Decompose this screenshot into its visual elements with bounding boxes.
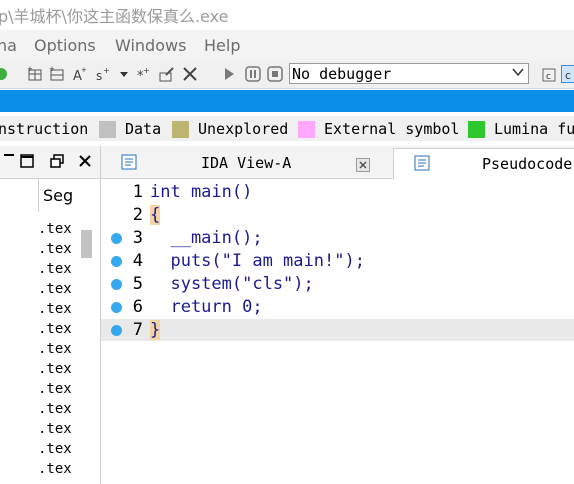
debugger-select[interactable]: No debugger: [289, 63, 529, 84]
tab-ida-view-a-label: IDA View-A: [201, 154, 292, 172]
menu-lumina[interactable]: na: [0, 36, 17, 55]
disassembly-view-icon: [121, 154, 137, 170]
code-text: puts("I am main!");: [150, 251, 365, 271]
text-a-icon[interactable]: A +: [70, 65, 88, 83]
legend-swatch-external-symbol: [298, 121, 315, 138]
tab-close-icon[interactable]: [356, 157, 370, 176]
tab-bar: IDA View-A Pseudocode: [101, 146, 574, 179]
navigation-band[interactable]: [0, 90, 574, 112]
menu-windows[interactable]: Windows: [115, 36, 186, 55]
tab-pseudocode-label: Pseudocode: [482, 155, 573, 173]
menu-options[interactable]: Options: [34, 36, 96, 55]
svg-text:c: c: [565, 69, 571, 82]
stop-icon[interactable]: [266, 65, 284, 83]
svg-text:+: +: [27, 65, 33, 73]
code-text: int main(): [150, 182, 253, 202]
svg-text:+: +: [49, 65, 55, 73]
menu-bar: na Options Windows Help: [0, 30, 574, 61]
segment-row[interactable]: .tex: [38, 441, 72, 457]
legend-swatch-lumina: [468, 121, 485, 138]
code-line[interactable]: 3 __main();: [101, 227, 574, 250]
code-line[interactable]: 7}: [101, 319, 574, 342]
pseudocode-view-icon: [414, 155, 430, 171]
segment-row[interactable]: .tex: [38, 301, 72, 317]
segment-row[interactable]: .tex: [38, 221, 72, 237]
green-circle-icon[interactable]: [0, 65, 10, 83]
line-number: 7: [132, 320, 143, 340]
chevron-down-icon: [512, 65, 524, 82]
line-number: 6: [132, 297, 143, 317]
segment-row[interactable]: .tex: [38, 421, 72, 437]
segment-row[interactable]: .tex: [38, 261, 72, 277]
segment-row[interactable]: .tex: [38, 381, 72, 397]
segment-row[interactable]: .tex: [38, 341, 72, 357]
create-struct-icon[interactable]: +: [26, 65, 44, 83]
code-line[interactable]: 1 int main(): [101, 181, 574, 204]
pause-icon[interactable]: [244, 65, 262, 83]
restore-icon[interactable]: [50, 153, 64, 172]
code-line[interactable]: 6 return 0;: [101, 296, 574, 319]
segments-panel: Seg .tex .tex .tex .tex .tex .tex .tex .tex .tex…: [0, 146, 101, 484]
menu-help[interactable]: Help: [204, 36, 240, 55]
segment-row[interactable]: .tex: [38, 461, 72, 477]
segment-row[interactable]: .tex: [38, 361, 72, 377]
svg-text:c: c: [546, 72, 551, 82]
segment-column-label: Seg: [43, 186, 74, 205]
segment-row[interactable]: .tex: [38, 281, 72, 297]
legend-label-data: Data: [125, 120, 162, 138]
create-enum-icon[interactable]: +: [48, 65, 66, 83]
pseudocode-editor[interactable]: 1 int main() 2{3 __main(); 4 puts("I am mai…: [101, 179, 574, 484]
legend-swatch-data: [99, 121, 116, 138]
code-text: __main();: [150, 228, 263, 248]
legend-label-instruction: nstruction: [0, 120, 89, 138]
legend-label-lumina: Lumina fu: [494, 120, 574, 138]
segment-row[interactable]: .tex: [38, 321, 72, 337]
code-text: return 0;: [150, 297, 263, 317]
tab-ida-view-a[interactable]: IDA View-A: [106, 148, 389, 178]
code-line[interactable]: 5 system("cls");: [101, 273, 574, 296]
scrollbar-thumb[interactable]: [81, 230, 92, 258]
close-x-icon[interactable]: [181, 65, 199, 83]
panel-header: [0, 146, 100, 179]
code-text: }: [150, 320, 161, 340]
svg-text:s: s: [96, 69, 102, 83]
svg-text:+: +: [81, 66, 87, 74]
legend-swatch-unexplored: [172, 121, 189, 138]
add-function-icon[interactable]: * +: [134, 65, 152, 83]
line-number: 1: [132, 182, 143, 202]
line-number: 5: [132, 274, 143, 294]
line-number: 3: [132, 228, 143, 248]
segment-column-header[interactable]: Seg: [38, 178, 101, 212]
legend-label-unexplored: Unexplored: [198, 120, 289, 138]
panel-menu-icon[interactable]: [4, 154, 14, 156]
tab-pseudocode[interactable]: Pseudocode: [393, 148, 574, 179]
dropdown-arrow-icon[interactable]: [115, 65, 133, 83]
play-icon[interactable]: [220, 65, 238, 83]
close-icon[interactable]: [78, 153, 92, 172]
debug-options-icon[interactable]: c: [540, 65, 558, 83]
edit-function-icon[interactable]: [158, 65, 176, 83]
legend-label-external-symbol: External symbol: [324, 120, 460, 138]
code-line[interactable]: 4 puts("I am main!");: [101, 250, 574, 273]
string-icon[interactable]: s +: [94, 65, 112, 83]
debugger-select-value: No debugger: [292, 65, 392, 83]
window-title: p\羊城杯\你这主函数保真么.exe: [0, 7, 229, 26]
maximize-icon[interactable]: [20, 153, 34, 172]
toolbar: + + A + s + * + No debugger c c: [0, 61, 574, 89]
title-bar: p\羊城杯\你这主函数保真么.exe: [0, 0, 574, 30]
line-number: 2: [132, 205, 143, 225]
pseudocode-toggle-icon[interactable]: c: [561, 65, 574, 83]
segment-row[interactable]: .tex: [38, 401, 72, 417]
segment-row[interactable]: .tex: [38, 241, 72, 257]
code-text: {: [150, 205, 161, 225]
code-text: system("cls");: [150, 274, 314, 294]
line-number: 4: [132, 251, 143, 271]
svg-text:+: +: [143, 66, 150, 75]
code-line[interactable]: 2{: [101, 204, 574, 227]
svg-text:+: +: [103, 66, 110, 75]
color-legend: nstruction Data Unexplored External symb…: [0, 116, 574, 141]
